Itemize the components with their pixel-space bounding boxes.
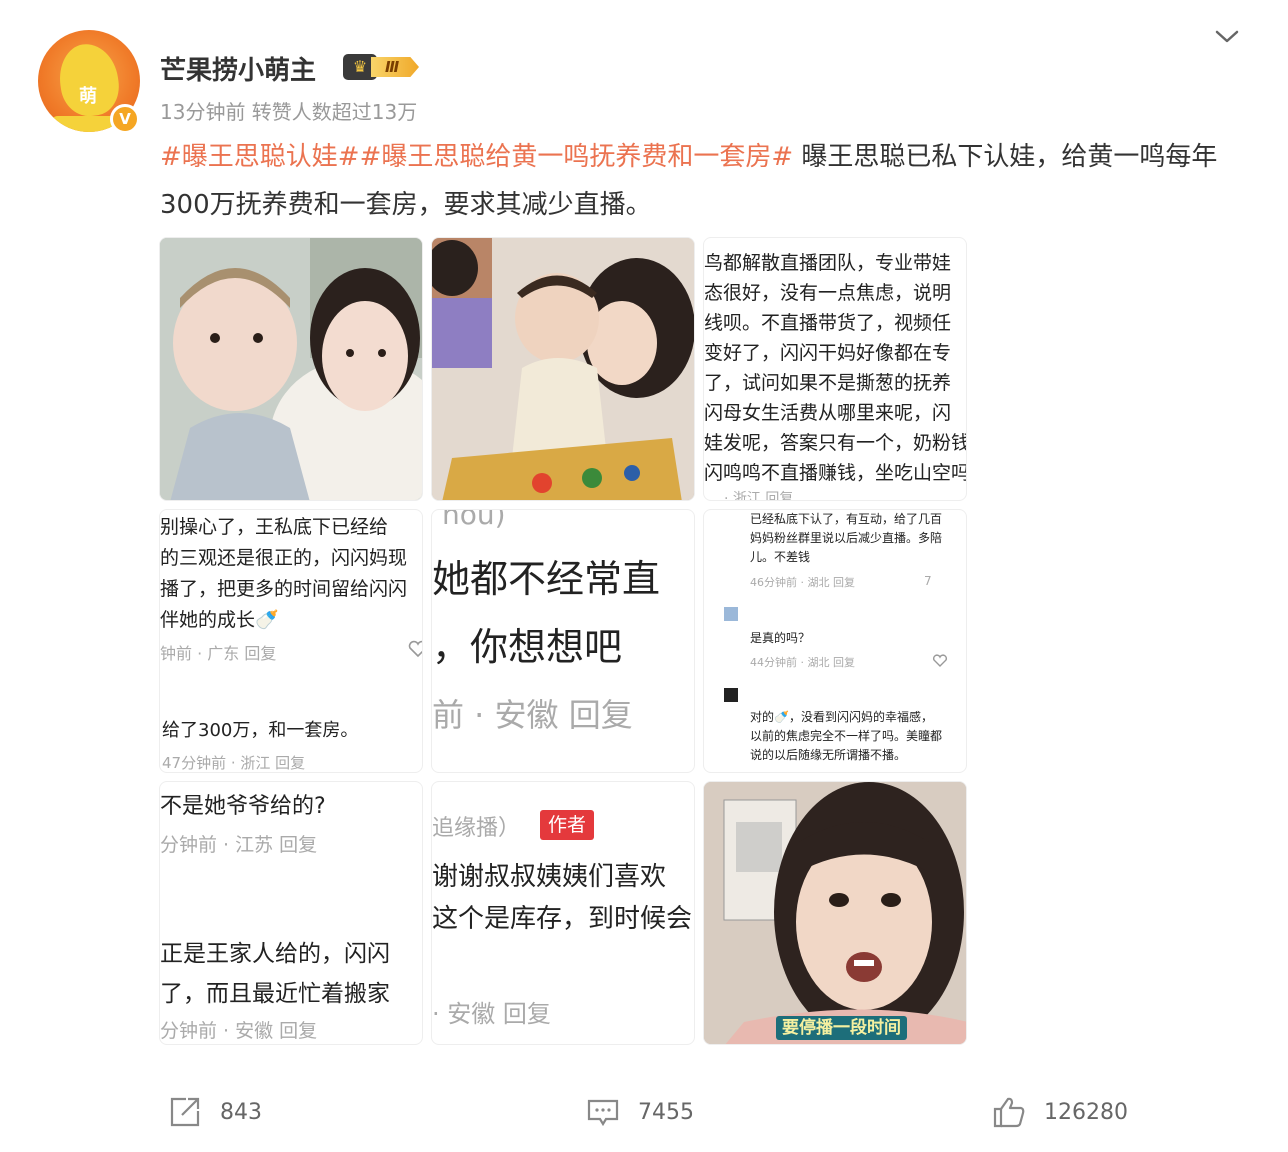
comment-meta: 分钟前 · 安徽 回复 [160,1020,318,1042]
chevron-down-icon[interactable] [1212,22,1242,52]
image-tile-7[interactable]: 不是她爷爷给的? 分钟前 · 江苏 回复 正是王家人给的，闪闪 了，而且最近忙着… [159,781,423,1045]
image-tile-9[interactable]: 要停播一段时间 [703,781,967,1045]
comment-meta: 46分钟前 · 湖北 回复 [750,576,855,589]
badge-level: Ⅲ [371,57,419,77]
comment-text: 对的🍼，没看到闪闪妈的幸福感， 以前的焦虑完全不一样了吗。美瞳都 说的以后随缘无… [750,710,943,762]
reply-text: 给了300万，和一套房。 [162,720,359,741]
comment-meta: 钟前 · 广东 回复 [160,644,277,663]
thumbs-up-icon [993,1097,1025,1128]
avatar-text: 萌 [79,86,97,107]
partial-text: hou) [442,509,506,531]
image-tile-8[interactable]: 追缘播） 作者 谢谢叔叔姨姨们喜欢 这个是库存，到时候会 · 安徽 回复 [431,781,695,1045]
comment-button[interactable]: 7455 [586,1092,694,1132]
hashtag-link[interactable]: #曝王思聪给黄一鸣抚养费和一套房# [360,142,794,172]
comment-text: 了，而且最近忙着搬家 [160,981,390,1007]
hashtag-link[interactable]: #曝王思聪认娃# [160,142,360,172]
comment-text: 正是王家人给的，闪闪 [160,941,390,967]
comment-text: 已经私底下认了，有互动，给了几百 妈妈粉丝群里说以后减少直播。多陪 儿。不差钱 [750,512,943,564]
comment-text: ，你想想吧 [432,625,623,669]
member-badge[interactable]: ♛ Ⅲ [343,54,421,80]
heart-icon [408,640,422,658]
photo-baby-book [432,238,694,500]
like-count: 7 [924,574,932,588]
image-tile-4[interactable]: 别操心了，王私底下已经给 的三观还是很正的，闪闪妈现 播了，把更多的时间留给闪闪… [159,509,423,773]
comment-text: 这个是库存，到时候会 [432,904,693,934]
comment-text: 不是她爷爷给的? [160,794,326,819]
comment-meta: · 安徽 回复 [432,1000,551,1028]
avatar [724,688,738,702]
post-meta: 13分钟前 转赞人数超过13万 [160,100,418,124]
comment-meta: 44分钟前 · 湖北 回复 [750,656,855,669]
photo-livestream [704,782,966,1044]
image-tile-2[interactable] [431,237,695,501]
username[interactable]: 芒果捞小萌主 [160,50,316,87]
comment-icon [587,1099,619,1127]
comment-text: 她都不经常直 [432,557,661,601]
post-content: #曝王思聪认娃##曝王思聪给黄一鸣抚养费和一套房# 曝王思聪已私下认娃，给黄一鸣… [160,133,1250,229]
avatar [724,607,738,621]
comment-meta: 前 · 安徽 回复 [432,696,633,734]
verified-icon: V [110,104,140,134]
share-count: 843 [220,1099,262,1125]
comment-meta: 47分钟前 · 浙江 回复 [162,754,306,772]
photo-mother-baby [160,238,422,500]
author-badge: 作者 [540,810,595,840]
comment-text: 别操心了，王私底下已经给 的三观还是很正的，闪闪妈现 播了，把更多的时间留给闪闪… [160,516,408,631]
comment-text: 是真的吗？ [750,631,811,645]
image-grid: 鸟都解散直播团队，专业带娃 态很好，没有一点焦虑，说明 线呗。不直播带货了，视频… [159,237,967,1045]
comment-text: 谢谢叔叔姨姨们喜欢 [432,862,667,892]
share-button[interactable]: 843 [168,1092,262,1132]
share-icon [170,1097,200,1127]
comment-meta: · 浙江 回复 [724,491,794,501]
partial-text: 追缘播） [432,816,521,841]
comment-count: 7455 [638,1099,694,1125]
video-caption: 要停播一段时间 [776,1016,907,1040]
image-tile-3[interactable]: 鸟都解散直播团队，专业带娃 态很好，没有一点焦虑，说明 线呗。不直播带货了，视频… [703,237,967,501]
comment-text: 鸟都解散直播团队，专业带娃 态很好，没有一点焦虑，说明 线呗。不直播带货了，视频… [704,252,967,484]
heart-icon [932,654,948,667]
like-count: 126280 [1044,1099,1128,1125]
like-button[interactable]: 126280 [992,1092,1128,1132]
image-tile-6[interactable]: 已经私底下认了，有互动，给了几百 妈妈粉丝群里说以后减少直播。多陪 儿。不差钱 … [703,509,967,773]
comment-meta: 分钟前 · 江苏 回复 [160,834,318,856]
image-tile-5[interactable]: hou) 她都不经常直 ，你想想吧 前 · 安徽 回复 [431,509,695,773]
image-tile-1[interactable] [159,237,423,501]
